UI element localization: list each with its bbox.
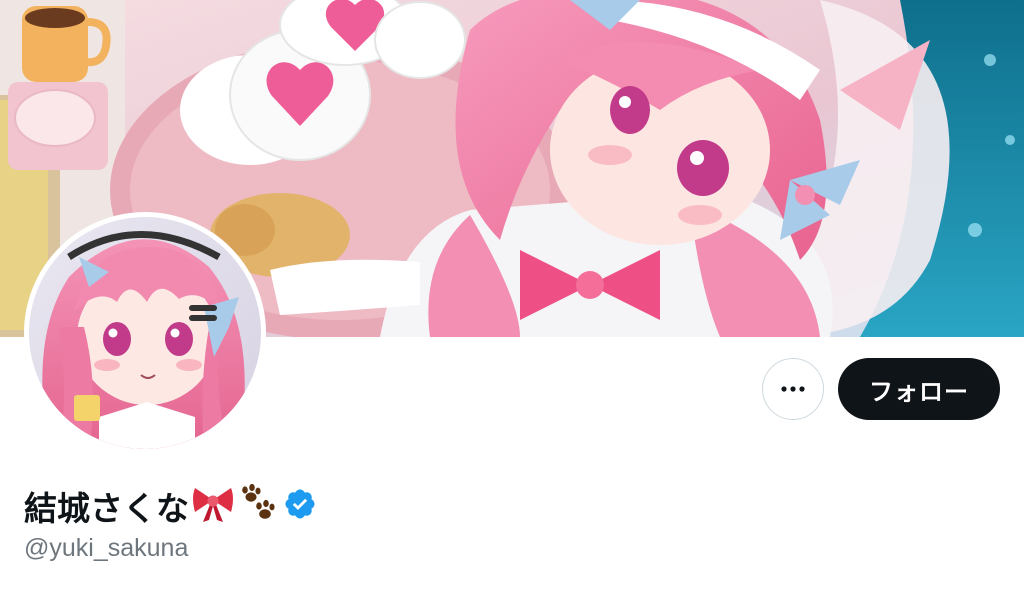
display-name: 結城さくな (24, 489, 189, 528)
follow-button-label: フォロー (869, 377, 969, 406)
display-name-row: 結城さくな (24, 478, 317, 534)
user-handle: @yuki_sakuna (24, 534, 189, 562)
profile-page: フォロー 結城さくな @yuki_sakuna (0, 0, 1024, 590)
verified-badge-icon[interactable] (283, 487, 317, 525)
follow-button[interactable]: フォロー (838, 358, 1000, 420)
more-icon (781, 386, 805, 392)
more-options-button[interactable] (762, 358, 824, 420)
ribbon-icon (191, 484, 235, 528)
paw-prints-icon (237, 483, 281, 528)
profile-avatar[interactable] (24, 212, 266, 454)
